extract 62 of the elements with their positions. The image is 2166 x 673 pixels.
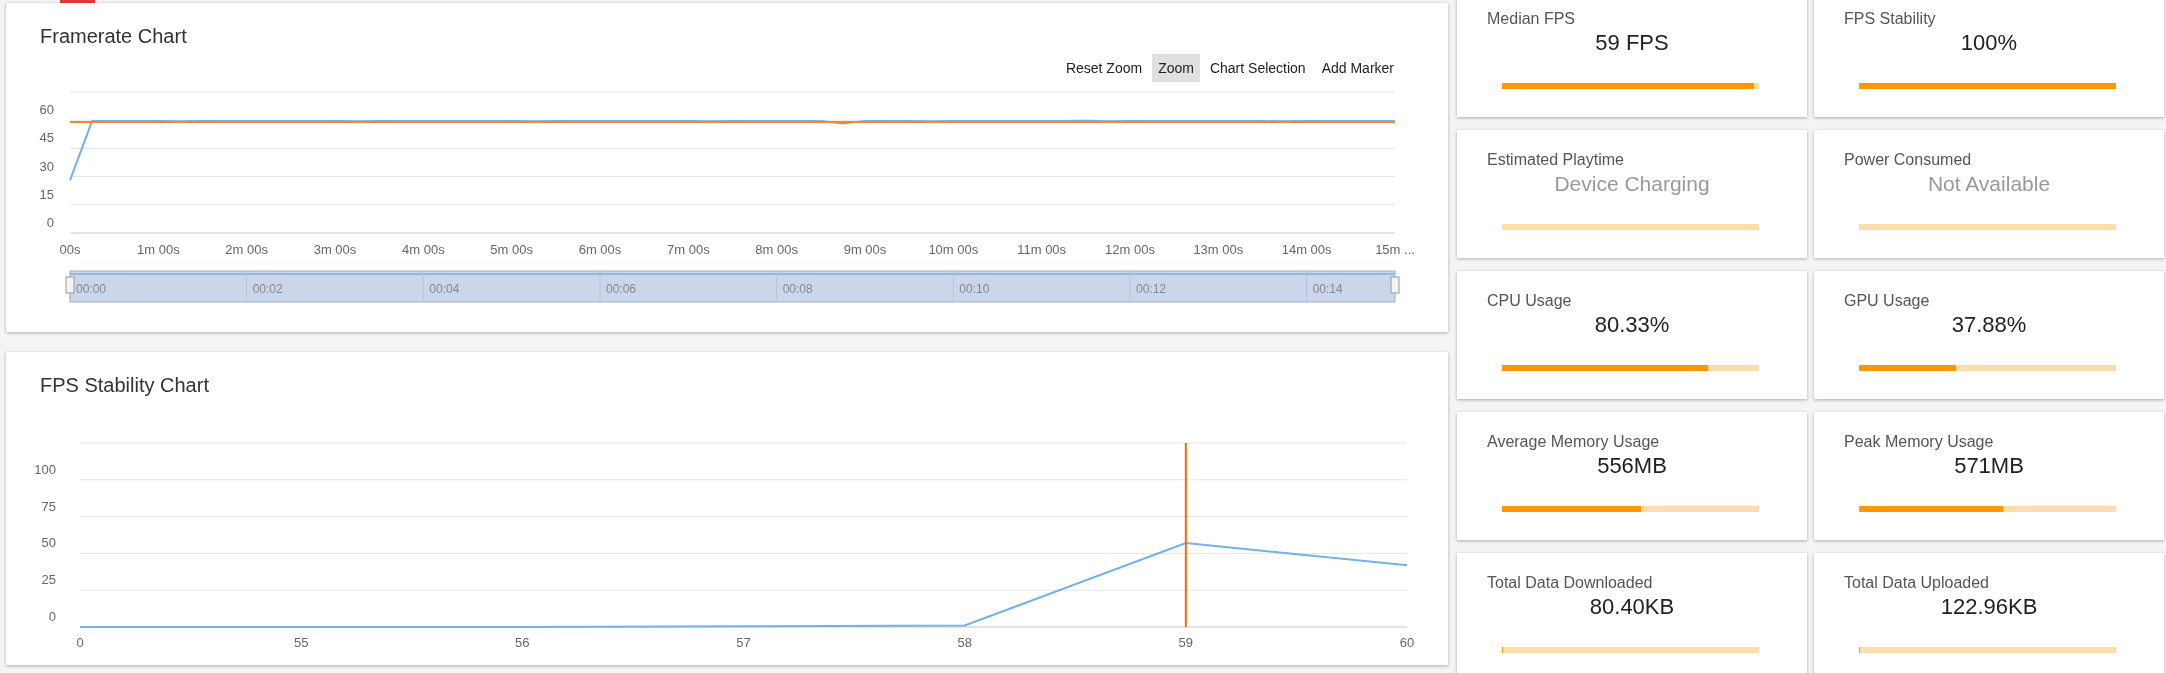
accent-mark <box>60 0 95 3</box>
y-tick-label: 0 <box>46 215 54 230</box>
chart-tool-button[interactable]: Add Marker <box>1315 54 1400 82</box>
x-tick-label: 6m 00s <box>578 242 622 257</box>
metric-value: Not Available <box>1926 171 2052 197</box>
metric-value: 37.88% <box>1950 311 2028 339</box>
metric-value: 59 FPS <box>1594 29 1670 57</box>
chart-tool-button[interactable]: Reset Zoom <box>1059 54 1149 82</box>
y-tick-label: 75 <box>41 498 56 514</box>
y-tick-label: 50 <box>41 535 56 551</box>
metric-title: Power Consumed <box>1843 150 1973 170</box>
x-tick-label: 59 <box>1178 635 1194 650</box>
x-tick-label: 9m 00s <box>843 242 887 257</box>
chart-title: FPS Stability Chart <box>39 373 210 398</box>
x-tick-label: 10m 00s <box>928 242 979 257</box>
x-tick-label: 56 <box>515 635 530 650</box>
x-tick-label: 8m 00s <box>755 242 799 257</box>
y-tick-label: 15 <box>39 186 54 202</box>
x-tick-label: 4m 00s <box>402 242 446 257</box>
metric-title: CPU Usage <box>1486 291 1573 311</box>
y-tick-label: 25 <box>41 572 56 588</box>
chart-tool-button[interactable]: Zoom <box>1152 54 1200 82</box>
y-tick-label: 0 <box>48 609 56 624</box>
metric-value: 100% <box>1959 29 2019 57</box>
metric-title: Average Memory Usage <box>1486 432 1661 452</box>
x-tick-label: 5m 00s <box>490 242 534 257</box>
x-tick-label: 55 <box>293 635 309 650</box>
x-tick-label: 3m 00s <box>313 242 357 257</box>
metric-title: Peak Memory Usage <box>1843 432 1995 452</box>
x-tick-label: 15m ... <box>1375 242 1415 257</box>
x-tick-label: 57 <box>736 635 751 650</box>
range-handle[interactable] <box>65 276 75 294</box>
y-tick-label: 45 <box>39 130 54 146</box>
x-tick-label: 60 <box>1399 635 1415 650</box>
metric-title: Total Data Downloaded <box>1486 573 1654 593</box>
x-tick-label: 12m 00s <box>1105 242 1156 257</box>
y-tick-label: 100 <box>34 461 56 477</box>
metric-value: 122.96KB <box>1939 593 2039 621</box>
chart-tool-button[interactable]: Chart Selection <box>1203 54 1312 82</box>
chart-title: Framerate Chart <box>39 24 188 49</box>
metric-value: 556MB <box>1596 452 1668 480</box>
x-tick-label: 0 <box>76 635 84 650</box>
metric-title: FPS Stability <box>1843 9 1937 29</box>
x-tick-label: 13m 00s <box>1193 242 1244 257</box>
metric-value: Device Charging <box>1553 171 1711 197</box>
metric-title: GPU Usage <box>1843 291 1931 311</box>
x-tick-label: 1m 00s <box>137 242 181 257</box>
x-tick-label: 7m 00s <box>667 242 711 257</box>
metric-title: Total Data Uploaded <box>1843 573 1990 593</box>
metric-value: 571MB <box>1953 452 2025 480</box>
y-tick-label: 60 <box>39 102 54 118</box>
range-handle[interactable] <box>1390 276 1400 294</box>
x-tick-label: 11m 00s <box>1017 242 1067 257</box>
x-tick-label: 00s <box>59 242 81 257</box>
metric-value: 80.33% <box>1593 311 1671 339</box>
y-tick-label: 30 <box>39 158 54 174</box>
metric-title: Estimated Playtime <box>1486 150 1625 170</box>
metric-title: Median FPS <box>1486 9 1577 29</box>
x-tick-label: 2m 00s <box>225 242 269 257</box>
metric-value: 80.40KB <box>1588 593 1676 621</box>
x-tick-label: 58 <box>957 635 972 650</box>
x-tick-label: 14m 00s <box>1281 242 1333 257</box>
